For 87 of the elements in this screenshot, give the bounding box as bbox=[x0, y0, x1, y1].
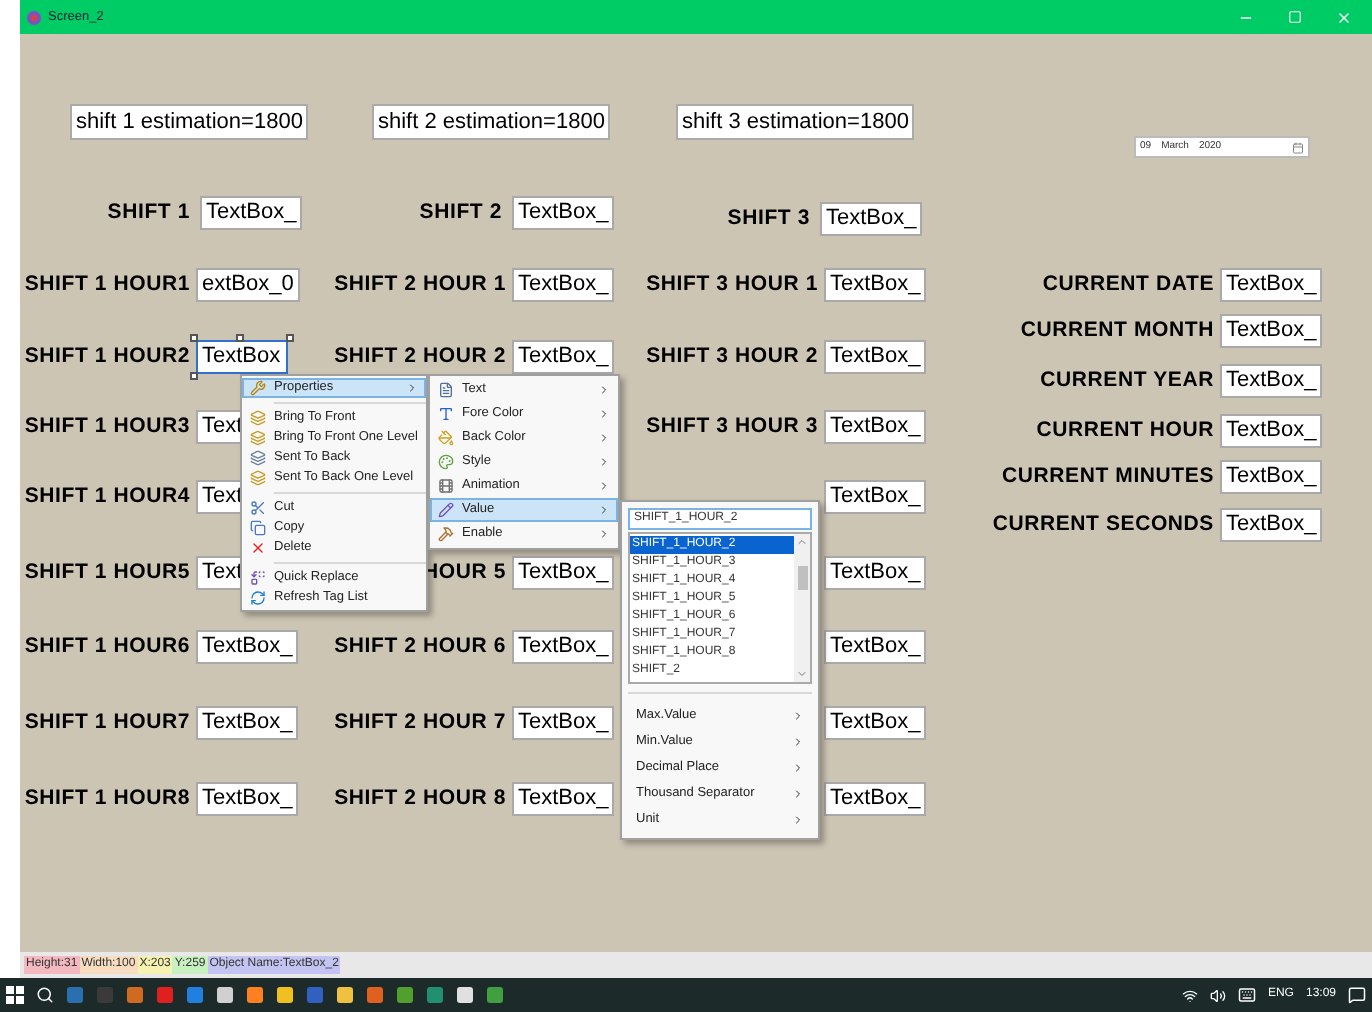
text-box[interactable]: extBox_0 bbox=[196, 268, 300, 302]
film-icon bbox=[438, 478, 454, 494]
field-label: SHIFT 1 HOUR8 bbox=[24, 786, 190, 812]
field-label: SHIFT 2 HOUR 8 bbox=[334, 786, 506, 812]
refresh-icon bbox=[250, 590, 266, 606]
text-box[interactable]: TextBox_ bbox=[512, 630, 615, 664]
field-label: SHIFT 1 HOUR5 bbox=[24, 560, 190, 586]
text-box[interactable]: TextBox_ bbox=[824, 630, 927, 664]
text-box[interactable]: TextBox_ bbox=[824, 410, 927, 444]
text-box[interactable]: TextBox_ bbox=[820, 202, 923, 236]
field-label: CURRENT DATE bbox=[1042, 272, 1214, 298]
field-label: SHIFT 1 HOUR4 bbox=[24, 484, 190, 510]
field-label: SHIFT 1 bbox=[107, 200, 190, 226]
delete-icon bbox=[250, 540, 266, 556]
text-box[interactable]: TextBox_ bbox=[196, 630, 299, 664]
text-box[interactable]: TextBox_ bbox=[1220, 508, 1323, 542]
text-box[interactable]: TextBox_ bbox=[512, 782, 615, 816]
pencil-icon bbox=[438, 502, 454, 518]
text-box[interactable]: TextBox_ bbox=[512, 268, 615, 302]
field-label: CURRENT MONTH bbox=[1020, 318, 1214, 344]
notification-icon[interactable] bbox=[1348, 986, 1366, 1004]
text-box[interactable]: TextBox_ bbox=[1220, 314, 1323, 348]
layers-icon bbox=[250, 450, 266, 466]
field-label: SHIFT 1 HOUR3 bbox=[24, 414, 190, 440]
layers-icon bbox=[250, 470, 266, 486]
text-box[interactable]: TextBox bbox=[196, 340, 288, 374]
hammer-icon bbox=[438, 526, 454, 542]
estimation-box: shift 1 estimation=1800 bbox=[70, 104, 309, 140]
scissors-icon bbox=[250, 500, 266, 516]
search-icon[interactable] bbox=[36, 986, 54, 1004]
text-box[interactable]: TextBox_ bbox=[824, 706, 927, 740]
volume-icon[interactable] bbox=[1209, 987, 1226, 1003]
field-label: SHIFT 3 HOUR 1 bbox=[646, 272, 818, 298]
text-box[interactable]: TextBox_ bbox=[196, 782, 299, 816]
layers-icon bbox=[250, 430, 266, 446]
text-box[interactable]: TextBox_ bbox=[824, 340, 927, 374]
network-icon[interactable] bbox=[1181, 987, 1198, 1003]
field-label: SHIFT 2 HOUR 1 bbox=[334, 272, 506, 298]
selection-handle[interactable] bbox=[236, 334, 244, 342]
text-box[interactable]: TextBox_ bbox=[824, 782, 927, 816]
text-box[interactable]: TextBox_ bbox=[512, 196, 615, 230]
text-box[interactable]: TextBox_ bbox=[1220, 414, 1323, 448]
field-label: CURRENT YEAR bbox=[1040, 368, 1214, 394]
text-box[interactable]: TextBox_ bbox=[1220, 364, 1323, 398]
document-icon bbox=[438, 382, 454, 398]
field-label: SHIFT 2 bbox=[419, 200, 502, 226]
text-box[interactable]: TextBox_ bbox=[824, 556, 927, 590]
selection-handle[interactable] bbox=[190, 372, 198, 380]
scrollbar-thumb[interactable] bbox=[797, 566, 807, 591]
text-box[interactable]: TextBox_ bbox=[1220, 268, 1323, 302]
text-box[interactable]: TextBox_ bbox=[824, 480, 927, 514]
field-label: CURRENT MINUTES bbox=[1002, 464, 1214, 490]
field-label: SHIFT 2 HOUR 7 bbox=[334, 710, 506, 736]
scrollbar[interactable] bbox=[794, 534, 810, 682]
palette-icon bbox=[438, 454, 454, 470]
field-label: SHIFT 1 HOUR1 bbox=[24, 272, 190, 298]
field-label: CURRENT SECONDS bbox=[992, 512, 1214, 538]
field-label: SHIFT 3 bbox=[727, 206, 810, 232]
app-icon bbox=[26, 9, 42, 25]
field-label: SHIFT 1 HOUR6 bbox=[24, 634, 190, 660]
field-label: CURRENT HOUR bbox=[1036, 418, 1214, 444]
wrench-icon bbox=[250, 380, 266, 396]
text-box[interactable]: TextBox_ bbox=[196, 706, 299, 740]
field-label: SHIFT 2 HOUR 6 bbox=[334, 634, 506, 660]
font-color-icon bbox=[438, 406, 454, 422]
text-box[interactable]: TextBox_ bbox=[1220, 460, 1323, 494]
text-box[interactable]: TextBox_ bbox=[512, 340, 615, 374]
field-label: SHIFT 2 HOUR 2 bbox=[334, 344, 506, 370]
selection-handle[interactable] bbox=[286, 334, 294, 342]
field-label: SHIFT 3 HOUR 3 bbox=[646, 414, 818, 440]
text-box[interactable]: TextBox_ bbox=[512, 706, 615, 740]
windows-icon[interactable] bbox=[6, 986, 24, 1004]
text-box[interactable]: TextBox_ bbox=[824, 268, 927, 302]
field-label: SHIFT 1 HOUR2 bbox=[24, 344, 190, 370]
field-label: SHIFT 1 HOUR7 bbox=[24, 710, 190, 736]
field-label: SHIFT 3 HOUR 2 bbox=[646, 344, 818, 370]
copy-icon bbox=[250, 520, 266, 536]
text-box[interactable]: TextBox_ bbox=[200, 196, 303, 230]
calendar-icon bbox=[1292, 141, 1304, 153]
paint-bucket-icon bbox=[438, 430, 454, 446]
estimation-box: shift 3 estimation=1800 bbox=[676, 104, 915, 140]
keyboard-icon[interactable] bbox=[1237, 986, 1256, 1004]
layers-icon bbox=[250, 410, 266, 426]
estimation-box: shift 2 estimation=1800 bbox=[372, 104, 611, 140]
selection-handle[interactable] bbox=[190, 334, 198, 342]
replace-icon bbox=[250, 570, 266, 586]
text-box[interactable]: TextBox_ bbox=[512, 556, 615, 590]
